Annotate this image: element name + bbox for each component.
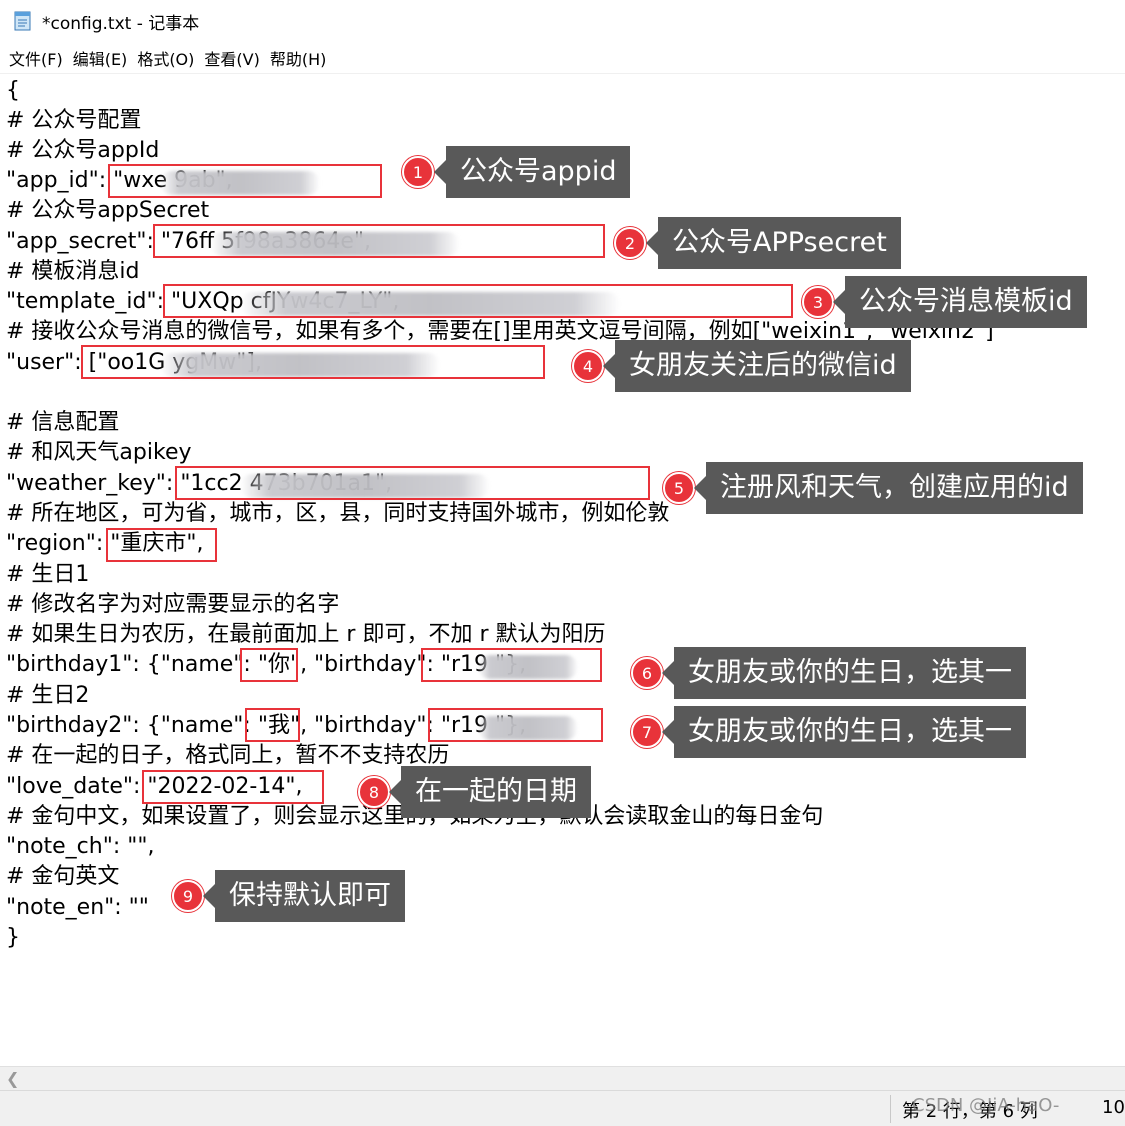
code-line: # 在一起的日子，格式同上，暂不不支持农历	[6, 743, 450, 768]
code-line: "note_ch": "",	[6, 834, 155, 859]
badge-8: 8	[358, 776, 390, 808]
code-line: # 如果生日为农历，在最前面加上 r 即可，不加 r 默认为阳历	[6, 622, 606, 647]
menu-format[interactable]: 格式(O)	[132, 46, 199, 70]
highlight-birthday2-name	[245, 708, 300, 742]
callout-7: 女朋友或你的生日，选其一	[662, 706, 1026, 758]
code-line: # 公众号appId	[6, 138, 160, 163]
badge-2: 2	[614, 227, 646, 259]
menu-file[interactable]: 文件(F)	[4, 46, 68, 70]
code-line: # 公众号配置	[6, 108, 142, 133]
code-line: # 生日2	[6, 683, 90, 708]
badge-7: 7	[631, 716, 663, 748]
zoom-level: 10	[1102, 1097, 1125, 1118]
badge-9: 9	[172, 880, 204, 912]
code-line: # 和风天气apikey	[6, 440, 192, 465]
highlight-birthday2-date	[428, 708, 603, 742]
horizontal-scrollbar[interactable]: ❮	[0, 1066, 1125, 1091]
status-bar: 第 2 行，第 6 列 10 CSDN @JiA-haO-	[0, 1090, 1125, 1126]
badge-5: 5	[663, 472, 695, 504]
code-line: {	[6, 78, 20, 103]
highlight-weather-key	[175, 466, 650, 500]
highlight-app-id	[108, 164, 382, 198]
text-editor[interactable]: { # 公众号配置 # 公众号appId "app_id": "wxe 9ab"…	[0, 74, 1125, 1064]
callout-2: 公众号APPsecret	[646, 217, 901, 269]
code-line: # 生日1	[6, 562, 90, 587]
badge-6: 6	[631, 657, 663, 689]
code-line: # 金句英文	[6, 864, 120, 889]
menu-edit[interactable]: 编辑(E)	[68, 46, 133, 70]
callout-9: 保持默认即可	[203, 870, 405, 922]
callout-5: 注册风和天气，创建应用的id	[694, 462, 1083, 514]
callout-4: 女朋友关注后的微信id	[603, 340, 911, 392]
callout-6: 女朋友或你的生日，选其一	[662, 647, 1026, 699]
code-line: }	[6, 925, 20, 950]
highlight-love-date	[142, 770, 324, 804]
callout-1: 公众号appid	[433, 146, 631, 198]
badge-1: 1	[402, 156, 434, 188]
watermark: CSDN @JiA-haO-	[912, 1095, 1060, 1116]
highlight-birthday1-name	[240, 648, 298, 682]
menu-bar: 文件(F) 编辑(E) 格式(O) 查看(V) 帮助(H)	[0, 42, 1125, 74]
code-line: # 模板消息id	[6, 259, 140, 284]
scroll-left-icon[interactable]: ❮	[6, 1069, 19, 1088]
callout-8: 在一起的日期	[389, 766, 591, 818]
notepad-window: *config.txt - 记事本 文件(F) 编辑(E) 格式(O) 查看(V…	[0, 0, 1125, 1126]
badge-4: 4	[572, 350, 604, 382]
menu-view[interactable]: 查看(V)	[199, 46, 264, 70]
code-line: # 修改名字为对应需要显示的名字	[6, 592, 340, 617]
status-divider	[890, 1095, 891, 1123]
highlight-region	[106, 528, 217, 562]
highlight-template-id	[163, 284, 793, 318]
code-line: # 公众号appSecret	[6, 198, 210, 223]
code-line: "note_en": ""	[6, 895, 149, 920]
code-line: # 信息配置	[6, 410, 120, 435]
title-bar: *config.txt - 记事本	[0, 0, 1125, 42]
callout-3: 公众号消息模板id	[833, 276, 1087, 328]
code-line: # 所在地区，可为省，城市，区，县，同时支持国外城市，例如伦敦	[6, 501, 670, 526]
notepad-icon	[14, 11, 31, 31]
window-title: *config.txt - 记事本	[42, 13, 200, 34]
highlight-user	[81, 345, 545, 379]
highlight-birthday1-date	[421, 648, 602, 682]
badge-3: 3	[802, 286, 834, 318]
highlight-app-secret	[153, 224, 605, 258]
menu-help[interactable]: 帮助(H)	[265, 46, 332, 70]
